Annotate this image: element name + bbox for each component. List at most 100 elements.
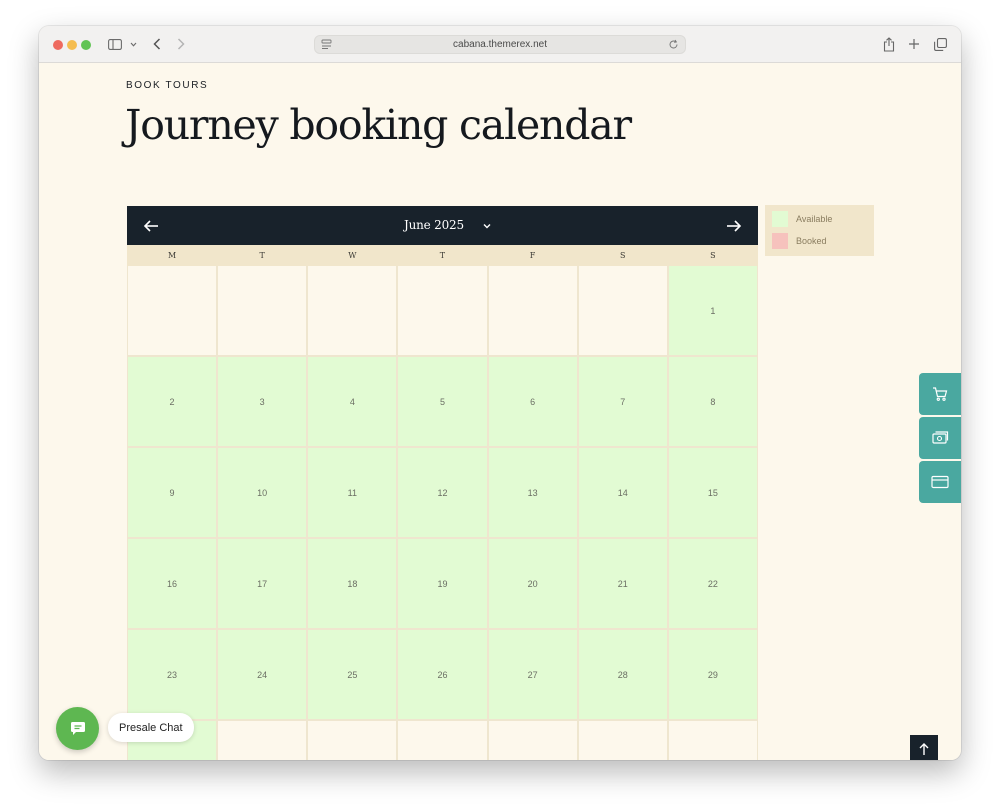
calendar-empty-cell [578, 721, 667, 760]
arrow-left-icon [143, 220, 158, 232]
calendar-day-cell[interactable]: 16 [128, 539, 217, 628]
calendar-empty-cell [308, 721, 397, 760]
day-number: 16 [167, 578, 178, 589]
calendar-day-cell[interactable]: 22 [668, 539, 757, 628]
calendar-day-cell[interactable]: 5 [398, 357, 487, 446]
pricing-button[interactable] [919, 417, 961, 459]
calendar-day-cell[interactable]: 7 [578, 357, 667, 446]
calendar-header: June 2025 [127, 206, 758, 245]
calendar-day-cell[interactable]: 24 [218, 630, 307, 719]
zoom-window-button[interactable] [81, 40, 91, 50]
calendar-empty-cell [398, 721, 487, 760]
section-eyebrow: BOOK TOURS [126, 80, 209, 91]
calendar-day-cell[interactable]: 8 [668, 357, 757, 446]
month-dropdown-chevron-icon[interactable] [481, 219, 493, 231]
calendar-day-cell[interactable]: 15 [668, 448, 757, 537]
calendar-day-cell[interactable]: 13 [488, 448, 577, 537]
calendar-day-cell[interactable]: 23 [128, 630, 217, 719]
calendar-day-cell[interactable]: 27 [488, 630, 577, 719]
calendar-day-cell[interactable]: 29 [668, 630, 757, 719]
presale-chat-label[interactable]: Presale Chat [108, 713, 194, 742]
day-number: 12 [437, 487, 448, 498]
calendar-day-cell[interactable]: 4 [308, 357, 397, 446]
tab-overview-icon[interactable] [932, 35, 948, 53]
calendar-day-cell[interactable]: 28 [578, 630, 667, 719]
new-tab-icon[interactable] [906, 35, 922, 53]
calendar-empty-cell [218, 721, 307, 760]
day-number: 3 [259, 396, 265, 407]
day-number: 2 [169, 396, 175, 407]
calendar-empty-cell [308, 266, 397, 355]
calendar-day-cell[interactable]: 21 [578, 539, 667, 628]
day-number: 4 [349, 396, 355, 407]
address-bar[interactable]: cabana.themerex.net [314, 35, 686, 54]
month-label[interactable]: June 2025 [404, 218, 464, 232]
page-settings-icon[interactable] [321, 39, 332, 53]
payment-button[interactable] [919, 461, 961, 503]
weekday-label: S [710, 251, 716, 260]
sidebar-icon[interactable] [107, 35, 123, 53]
calendar-empty-cell [488, 266, 577, 355]
calendar-day-cell[interactable]: 19 [398, 539, 487, 628]
weekday-label: S [619, 251, 626, 260]
calendar-day-cell[interactable]: 25 [308, 630, 397, 719]
calendar-day-cell[interactable]: 11 [308, 448, 397, 537]
chat-icon [70, 722, 85, 735]
url-text: cabana.themerex.net [453, 39, 547, 50]
chevron-down-icon[interactable] [128, 35, 138, 53]
calendar-day-cell[interactable]: 17 [218, 539, 307, 628]
day-number: 29 [707, 669, 718, 680]
cart-button[interactable] [919, 373, 961, 415]
weekday-label: T [259, 251, 265, 260]
reload-icon[interactable] [668, 39, 679, 53]
calendar-empty-cell [128, 266, 217, 355]
forward-icon[interactable] [173, 35, 189, 53]
minimize-window-button[interactable] [67, 40, 77, 50]
share-icon[interactable] [881, 35, 897, 53]
day-number: 6 [530, 396, 536, 407]
day-number: 9 [169, 487, 175, 498]
calendar-day-cell[interactable]: 10 [218, 448, 307, 537]
calendar-day-cell[interactable]: 12 [398, 448, 487, 537]
day-number: 8 [710, 396, 716, 407]
close-window-button[interactable] [53, 40, 63, 50]
day-number: 17 [257, 578, 268, 589]
browser-window: cabana.themerex.net BOOK TOURS Journey b… [39, 26, 961, 760]
calendar-day-cell[interactable]: 18 [308, 539, 397, 628]
side-toolbar [919, 373, 961, 505]
calendar-day-cell[interactable]: 9 [128, 448, 217, 537]
calendar-empty-cell [488, 721, 577, 760]
scroll-to-top-button[interactable] [910, 735, 938, 760]
legend-available-label: Available [796, 214, 833, 224]
day-number: 11 [347, 487, 357, 498]
day-number: 18 [347, 578, 358, 589]
calendar-day-cell[interactable]: 1 [668, 266, 757, 355]
calendar-grid: 1 2 3 4 5 6 7 8 9 10 11 12 13 14 15 16 17 18 19 20 21 22 23 24 2… [127, 266, 758, 760]
weekday-label: W [348, 251, 357, 260]
legend-available: Available [772, 211, 832, 227]
calendar-legend: Available Booked [765, 205, 874, 256]
calendar-day-cell[interactable]: 6 [488, 357, 577, 446]
calendar-day-cell[interactable]: 2 [128, 357, 217, 446]
day-number: 27 [527, 669, 538, 680]
calendar-day-cell[interactable]: 3 [218, 357, 307, 446]
day-number: 21 [617, 578, 628, 589]
page-title: Journey booking calendar [125, 101, 632, 149]
weekday-header-row: MTWTFSS [127, 245, 758, 266]
calendar-day-cell[interactable]: 14 [578, 448, 667, 537]
next-month-button[interactable] [726, 218, 742, 234]
weekday-label: F [529, 251, 536, 260]
day-number: 10 [257, 487, 268, 498]
page-content: BOOK TOURS Journey booking calendar June… [39, 63, 961, 760]
weekday-label: M [167, 251, 177, 260]
day-number: 7 [620, 396, 626, 407]
browser-toolbar: cabana.themerex.net [39, 26, 961, 63]
day-number: 15 [707, 487, 718, 498]
prev-month-button[interactable] [143, 218, 159, 234]
day-number: 14 [617, 487, 628, 498]
presale-chat-button[interactable] [56, 707, 99, 750]
day-number: 26 [437, 669, 448, 680]
calendar-day-cell[interactable]: 26 [398, 630, 487, 719]
calendar-day-cell[interactable]: 20 [488, 539, 577, 628]
back-icon[interactable] [149, 35, 165, 53]
